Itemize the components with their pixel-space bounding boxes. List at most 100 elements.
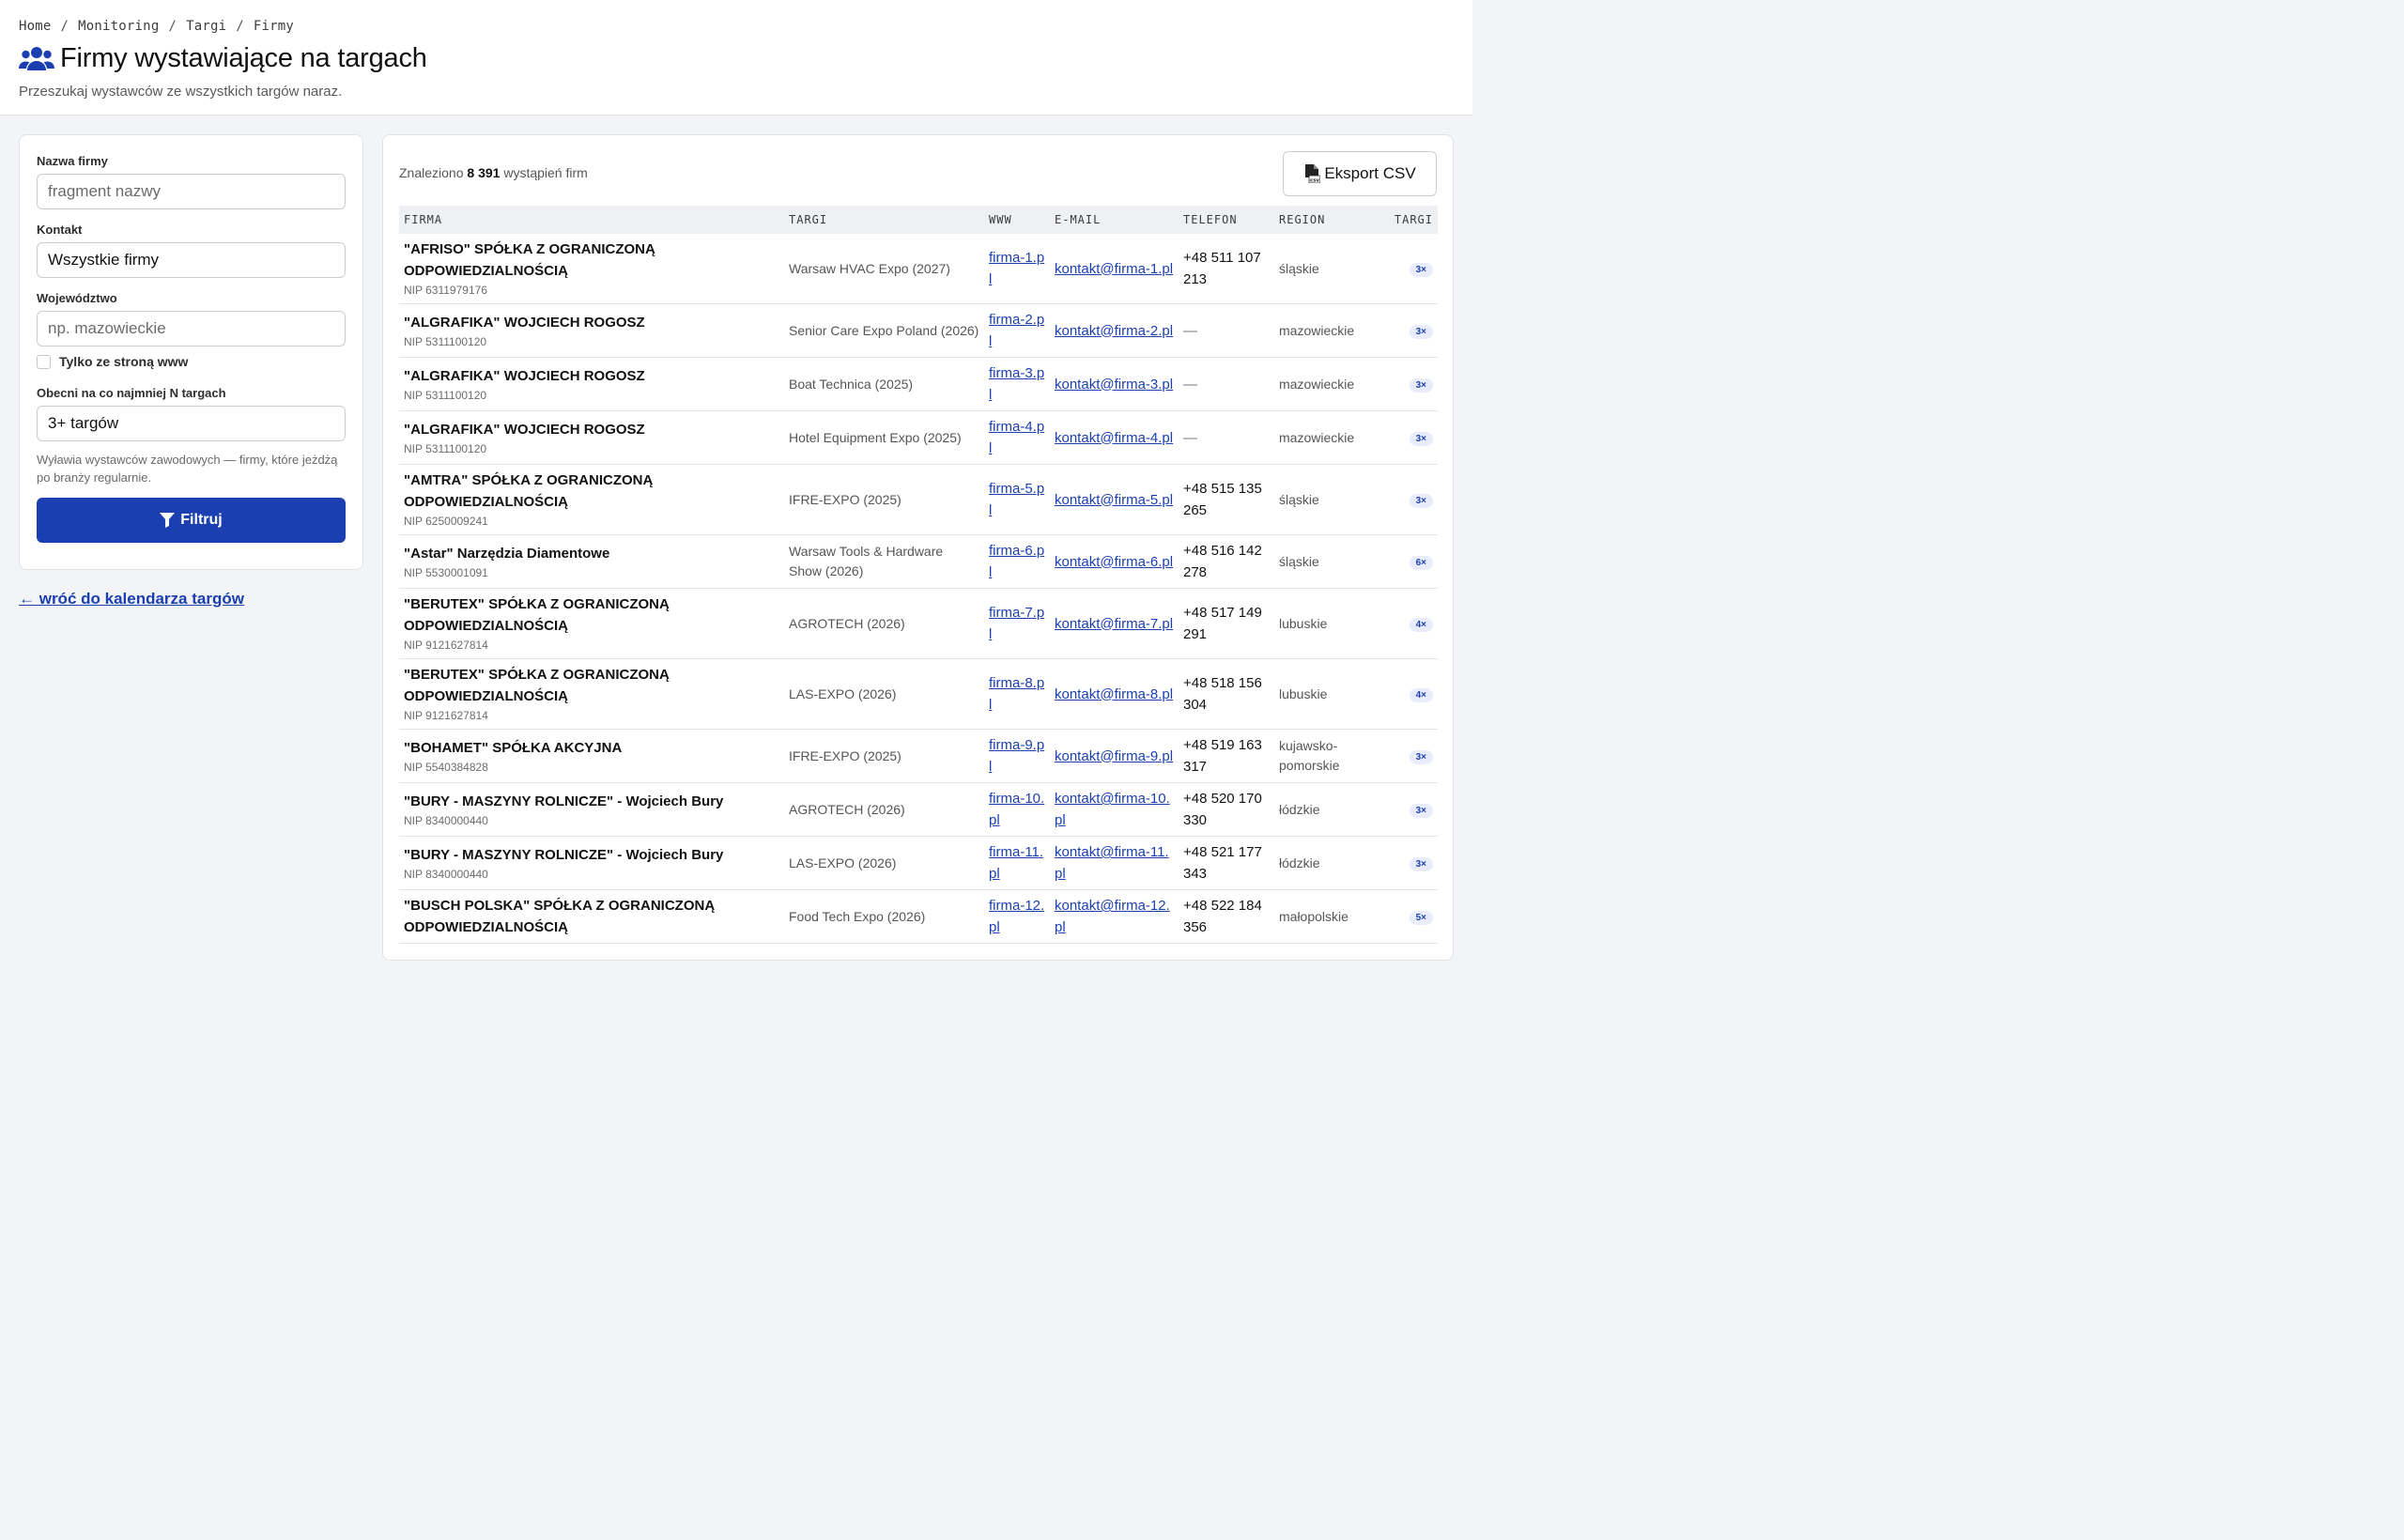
email-link[interactable]: kontakt@firma-11.pl xyxy=(1055,844,1169,882)
www-link[interactable]: firma-4.pl xyxy=(989,419,1044,456)
phone-number: +48 517 149 291 xyxy=(1183,605,1262,642)
col-email[interactable]: E-MAIL xyxy=(1050,206,1179,234)
region-cell: mazowieckie xyxy=(1274,303,1368,358)
www-link[interactable]: firma-11.pl xyxy=(989,844,1043,882)
fair-count-badge: 6× xyxy=(1409,556,1433,570)
fair-count-badge: 4× xyxy=(1409,618,1433,632)
www-link[interactable]: firma-1.pl xyxy=(989,250,1044,287)
email-cell: kontakt@firma-7.pl xyxy=(1050,588,1179,659)
www-link[interactable]: firma-10.pl xyxy=(989,791,1044,828)
min-fairs-select[interactable]: 3+ targów xyxy=(37,406,346,441)
company-nip: NIP 8340000440 xyxy=(404,813,488,827)
email-link[interactable]: kontakt@firma-4.pl xyxy=(1055,430,1173,446)
phone-number: +48 516 142 278 xyxy=(1183,543,1262,580)
contact-label: Kontakt xyxy=(37,223,83,237)
www-link[interactable]: firma-2.pl xyxy=(989,312,1044,349)
company-name[interactable]: "BERUTEX" SPÓŁKA Z OGRANICZONĄ ODPOWIEDZ… xyxy=(404,593,779,637)
col-region[interactable]: REGION xyxy=(1274,206,1368,234)
region-input[interactable]: np. mazowieckie xyxy=(37,311,346,346)
email-link[interactable]: kontakt@firma-3.pl xyxy=(1055,377,1173,393)
email-cell: kontakt@firma-5.pl xyxy=(1050,464,1179,535)
www-link[interactable]: firma-5.pl xyxy=(989,481,1044,518)
phone-cell: +48 522 184 356 xyxy=(1179,889,1274,944)
email-link[interactable]: kontakt@firma-8.pl xyxy=(1055,686,1173,702)
count-cell: 3× xyxy=(1368,729,1438,783)
www-cell: firma-9.pl xyxy=(984,729,1050,783)
region-cell: śląskie xyxy=(1274,464,1368,535)
col-telefon[interactable]: TELEFON xyxy=(1179,206,1274,234)
email-link[interactable]: kontakt@firma-5.pl xyxy=(1055,492,1173,508)
company-input[interactable]: fragment nazwy xyxy=(37,174,346,209)
contact-select[interactable]: Wszystkie firmy xyxy=(37,242,346,278)
www-only-checkbox[interactable] xyxy=(37,354,51,369)
company-cell: "ALGRAFIKA" WOJCIECH ROGOSZ NIP 531110012… xyxy=(399,303,784,358)
breadcrumb-home[interactable]: Home xyxy=(19,19,52,34)
company-nip: NIP 5530001091 xyxy=(404,565,488,579)
company-name[interactable]: "AMTRA" SPÓŁKA Z OGRANICZONĄ ODPOWIEDZIA… xyxy=(404,470,779,513)
fair-cell: Food Tech Expo (2026) xyxy=(784,889,984,944)
fair-cell: Warsaw Tools & Hardware Show (2026) xyxy=(784,534,984,589)
www-only-row[interactable]: Tylko ze stroną www xyxy=(37,354,346,369)
company-name[interactable]: "ALGRAFIKA" WOJCIECH ROGOSZ xyxy=(404,419,779,440)
fair-cell: Warsaw HVAC Expo (2027) xyxy=(784,234,984,304)
company-name[interactable]: "BURY - MASZYNY ROLNICZE" - Wojciech Bur… xyxy=(404,791,779,812)
company-name[interactable]: "BERUTEX" SPÓŁKA Z OGRANICZONĄ ODPOWIEDZ… xyxy=(404,664,779,707)
filter-button[interactable]: Filtruj xyxy=(37,498,346,543)
breadcrumb-separator: / xyxy=(168,19,177,34)
phone-number: — xyxy=(1183,429,1197,446)
www-link[interactable]: firma-9.pl xyxy=(989,737,1044,775)
company-name[interactable]: "AFRISO" SPÓŁKA Z OGRANICZONĄ ODPOWIEDZI… xyxy=(404,239,779,282)
breadcrumb-monitoring[interactable]: Monitoring xyxy=(78,19,159,34)
users-icon xyxy=(19,46,54,70)
www-link[interactable]: firma-3.pl xyxy=(989,365,1044,403)
email-link[interactable]: kontakt@firma-7.pl xyxy=(1055,616,1173,632)
email-link[interactable]: kontakt@firma-2.pl xyxy=(1055,323,1173,339)
table-row: "BURY - MASZYNY ROLNICZE" - Wojciech Bur… xyxy=(399,836,1438,890)
region-name: łódzkie xyxy=(1279,855,1320,870)
company-name[interactable]: "Astar" Narzędzia Diamentowe xyxy=(404,543,779,564)
breadcrumb-separator: / xyxy=(60,19,69,34)
region-name: śląskie xyxy=(1279,553,1319,569)
phone-cell: — xyxy=(1179,410,1274,465)
back-to-calendar-link[interactable]: ← wróć do kalendarza targów xyxy=(19,590,244,608)
page-title: Firmy wystawiające na targach xyxy=(60,43,427,73)
table-row: "BERUTEX" SPÓŁKA Z OGRANICZONĄ ODPOWIEDZ… xyxy=(399,658,1438,730)
email-link[interactable]: kontakt@firma-1.pl xyxy=(1055,261,1173,277)
www-only-label: Tylko ze stroną www xyxy=(59,354,189,369)
company-name[interactable]: "ALGRAFIKA" WOJCIECH ROGOSZ xyxy=(404,312,779,333)
col-targi[interactable]: TARGI xyxy=(784,206,984,234)
email-cell: kontakt@firma-9.pl xyxy=(1050,729,1179,783)
col-www[interactable]: WWW xyxy=(984,206,1050,234)
email-link[interactable]: kontakt@firma-9.pl xyxy=(1055,748,1173,764)
table-row: "BURY - MASZYNY ROLNICZE" - Wojciech Bur… xyxy=(399,782,1438,837)
fair-name: IFRE-EXPO (2025) xyxy=(789,747,902,763)
region-cell: łódzkie xyxy=(1274,782,1368,837)
email-cell: kontakt@firma-6.pl xyxy=(1050,534,1179,589)
www-link[interactable]: firma-6.pl xyxy=(989,543,1044,580)
fair-cell: Senior Care Expo Poland (2026) xyxy=(784,303,984,358)
www-link[interactable]: firma-8.pl xyxy=(989,675,1044,713)
www-link[interactable]: firma-7.pl xyxy=(989,605,1044,642)
col-targi-count[interactable]: TARGI xyxy=(1368,206,1438,234)
col-firma[interactable]: FIRMA xyxy=(399,206,784,234)
breadcrumb: Home / Monitoring / Targi / Firmy xyxy=(19,19,1454,34)
region-label: Województwo xyxy=(37,291,117,305)
company-name[interactable]: "BUSCH POLSKA" SPÓŁKA Z OGRANICZONĄ ODPO… xyxy=(404,895,779,938)
company-name[interactable]: "BOHAMET" SPÓŁKA AKCYJNA xyxy=(404,737,779,759)
company-name[interactable]: "BURY - MASZYNY ROLNICZE" - Wojciech Bur… xyxy=(404,844,779,866)
export-csv-button[interactable]: csv Eksport CSV xyxy=(1283,151,1437,196)
www-link[interactable]: firma-12.pl xyxy=(989,898,1044,935)
email-link[interactable]: kontakt@firma-10.pl xyxy=(1055,791,1170,828)
email-link[interactable]: kontakt@firma-6.pl xyxy=(1055,554,1173,570)
breadcrumb-targi[interactable]: Targi xyxy=(186,19,226,34)
email-link[interactable]: kontakt@firma-12.pl xyxy=(1055,898,1170,935)
company-name[interactable]: "ALGRAFIKA" WOJCIECH ROGOSZ xyxy=(404,365,779,387)
www-cell: firma-8.pl xyxy=(984,658,1050,730)
fair-name: Boat Technica (2025) xyxy=(789,376,914,392)
phone-cell: +48 517 149 291 xyxy=(1179,588,1274,659)
phone-number: +48 518 156 304 xyxy=(1183,675,1262,713)
www-cell: firma-5.pl xyxy=(984,464,1050,535)
results-panel: Znaleziono 8 391 wystąpień firm csv Eksp… xyxy=(382,134,1454,961)
min-fairs-hint: Wyławia wystawców zawodowych — firmy, kt… xyxy=(37,453,338,485)
region-cell: lubuskie xyxy=(1274,588,1368,659)
